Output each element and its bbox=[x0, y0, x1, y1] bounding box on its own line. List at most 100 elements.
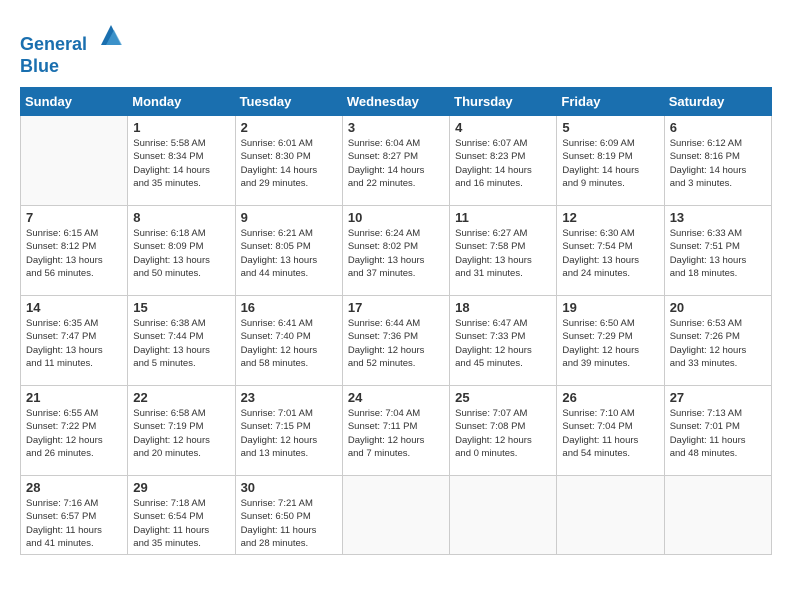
calendar-day-cell bbox=[450, 476, 557, 555]
day-number: 25 bbox=[455, 390, 551, 405]
calendar-day-cell: 13 Sunrise: 6:33 AM Sunset: 7:51 PM Dayli… bbox=[664, 206, 771, 296]
calendar-week-row: 28 Sunrise: 7:16 AM Sunset: 6:57 PM Dayli… bbox=[21, 476, 772, 555]
day-number: 26 bbox=[562, 390, 658, 405]
calendar-day-cell bbox=[21, 116, 128, 206]
calendar-day-cell: 4Sunrise: 6:07 AM Sunset: 8:23 PM Daylig… bbox=[450, 116, 557, 206]
day-info: Sunrise: 7:13 AM Sunset: 7:01 PM Dayligh… bbox=[670, 407, 766, 460]
calendar-week-row: 7Sunrise: 6:15 AM Sunset: 8:12 PM Daylig… bbox=[21, 206, 772, 296]
calendar-body: 1 Sunrise: 5:58 AM Sunset: 8:34 PM Daylig… bbox=[21, 116, 772, 555]
calendar-day-cell: 6 Sunrise: 6:12 AM Sunset: 8:16 PM Daylig… bbox=[664, 116, 771, 206]
day-number: 21 bbox=[26, 390, 122, 405]
day-info: Sunrise: 6:33 AM Sunset: 7:51 PM Dayligh… bbox=[670, 227, 766, 280]
day-number: 29 bbox=[133, 480, 229, 495]
day-number: 6 bbox=[670, 120, 766, 135]
calendar-day-cell: 1 Sunrise: 5:58 AM Sunset: 8:34 PM Daylig… bbox=[128, 116, 235, 206]
day-number: 2 bbox=[241, 120, 337, 135]
day-info: Sunrise: 6:18 AM Sunset: 8:09 PM Dayligh… bbox=[133, 227, 229, 280]
day-info: Sunrise: 6:38 AM Sunset: 7:44 PM Dayligh… bbox=[133, 317, 229, 370]
day-number: 18 bbox=[455, 300, 551, 315]
day-info: Sunrise: 6:47 AM Sunset: 7:33 PM Dayligh… bbox=[455, 317, 551, 370]
day-number: 8 bbox=[133, 210, 229, 225]
calendar-day-cell: 28 Sunrise: 7:16 AM Sunset: 6:57 PM Dayli… bbox=[21, 476, 128, 555]
calendar-day-cell: 29 Sunrise: 7:18 AM Sunset: 6:54 PM Dayli… bbox=[128, 476, 235, 555]
page-header: General Blue bbox=[20, 20, 772, 77]
weekday-header-cell: Sunday bbox=[21, 88, 128, 116]
weekday-header-cell: Friday bbox=[557, 88, 664, 116]
weekday-header-cell: Wednesday bbox=[342, 88, 449, 116]
day-info: Sunrise: 6:24 AM Sunset: 8:02 PM Dayligh… bbox=[348, 227, 444, 280]
calendar-day-cell: 3Sunrise: 6:04 AM Sunset: 8:27 PM Daylig… bbox=[342, 116, 449, 206]
weekday-header-cell: Monday bbox=[128, 88, 235, 116]
weekday-header-row: SundayMondayTuesdayWednesdayThursdayFrid… bbox=[21, 88, 772, 116]
calendar-day-cell bbox=[342, 476, 449, 555]
day-info: Sunrise: 6:44 AM Sunset: 7:36 PM Dayligh… bbox=[348, 317, 444, 370]
day-number: 20 bbox=[670, 300, 766, 315]
day-number: 9 bbox=[241, 210, 337, 225]
calendar-day-cell: 27Sunrise: 7:13 AM Sunset: 7:01 PM Dayli… bbox=[664, 386, 771, 476]
day-number: 12 bbox=[562, 210, 658, 225]
logo-general: General bbox=[20, 34, 87, 54]
day-number: 3 bbox=[348, 120, 444, 135]
logo-icon bbox=[96, 20, 126, 50]
logo: General Blue bbox=[20, 20, 126, 77]
day-info: Sunrise: 6:07 AM Sunset: 8:23 PM Dayligh… bbox=[455, 137, 551, 190]
day-number: 14 bbox=[26, 300, 122, 315]
calendar-day-cell: 22 Sunrise: 6:58 AM Sunset: 7:19 PM Dayli… bbox=[128, 386, 235, 476]
day-number: 10 bbox=[348, 210, 444, 225]
day-number: 16 bbox=[241, 300, 337, 315]
day-number: 24 bbox=[348, 390, 444, 405]
day-info: Sunrise: 7:04 AM Sunset: 7:11 PM Dayligh… bbox=[348, 407, 444, 460]
day-number: 30 bbox=[241, 480, 337, 495]
day-number: 7 bbox=[26, 210, 122, 225]
calendar-day-cell: 18 Sunrise: 6:47 AM Sunset: 7:33 PM Dayli… bbox=[450, 296, 557, 386]
day-number: 17 bbox=[348, 300, 444, 315]
calendar-week-row: 1 Sunrise: 5:58 AM Sunset: 8:34 PM Daylig… bbox=[21, 116, 772, 206]
day-info: Sunrise: 7:10 AM Sunset: 7:04 PM Dayligh… bbox=[562, 407, 658, 460]
day-number: 28 bbox=[26, 480, 122, 495]
calendar-day-cell: 24 Sunrise: 7:04 AM Sunset: 7:11 PM Dayli… bbox=[342, 386, 449, 476]
calendar-day-cell: 16 Sunrise: 6:41 AM Sunset: 7:40 PM Dayli… bbox=[235, 296, 342, 386]
day-info: Sunrise: 7:16 AM Sunset: 6:57 PM Dayligh… bbox=[26, 497, 122, 550]
calendar-day-cell: 30Sunrise: 7:21 AM Sunset: 6:50 PM Dayli… bbox=[235, 476, 342, 555]
calendar-day-cell: 21 Sunrise: 6:55 AM Sunset: 7:22 PM Dayli… bbox=[21, 386, 128, 476]
day-info: Sunrise: 6:12 AM Sunset: 8:16 PM Dayligh… bbox=[670, 137, 766, 190]
calendar-day-cell: 23Sunrise: 7:01 AM Sunset: 7:15 PM Dayli… bbox=[235, 386, 342, 476]
day-info: Sunrise: 6:09 AM Sunset: 8:19 PM Dayligh… bbox=[562, 137, 658, 190]
day-info: Sunrise: 7:18 AM Sunset: 6:54 PM Dayligh… bbox=[133, 497, 229, 550]
day-info: Sunrise: 6:21 AM Sunset: 8:05 PM Dayligh… bbox=[241, 227, 337, 280]
calendar-day-cell: 14Sunrise: 6:35 AM Sunset: 7:47 PM Dayli… bbox=[21, 296, 128, 386]
calendar-day-cell: 12 Sunrise: 6:30 AM Sunset: 7:54 PM Dayli… bbox=[557, 206, 664, 296]
calendar-day-cell: 11Sunrise: 6:27 AM Sunset: 7:58 PM Dayli… bbox=[450, 206, 557, 296]
calendar-day-cell: 8 Sunrise: 6:18 AM Sunset: 8:09 PM Daylig… bbox=[128, 206, 235, 296]
day-number: 23 bbox=[241, 390, 337, 405]
calendar-day-cell: 7Sunrise: 6:15 AM Sunset: 8:12 PM Daylig… bbox=[21, 206, 128, 296]
day-info: Sunrise: 6:55 AM Sunset: 7:22 PM Dayligh… bbox=[26, 407, 122, 460]
logo-blue: Blue bbox=[20, 56, 126, 78]
day-info: Sunrise: 6:58 AM Sunset: 7:19 PM Dayligh… bbox=[133, 407, 229, 460]
calendar-table: SundayMondayTuesdayWednesdayThursdayFrid… bbox=[20, 87, 772, 555]
day-info: Sunrise: 5:58 AM Sunset: 8:34 PM Dayligh… bbox=[133, 137, 229, 190]
calendar-day-cell: 9 Sunrise: 6:21 AM Sunset: 8:05 PM Daylig… bbox=[235, 206, 342, 296]
calendar-day-cell bbox=[664, 476, 771, 555]
calendar-week-row: 14Sunrise: 6:35 AM Sunset: 7:47 PM Dayli… bbox=[21, 296, 772, 386]
day-number: 13 bbox=[670, 210, 766, 225]
weekday-header-cell: Saturday bbox=[664, 88, 771, 116]
day-info: Sunrise: 6:01 AM Sunset: 8:30 PM Dayligh… bbox=[241, 137, 337, 190]
day-number: 19 bbox=[562, 300, 658, 315]
calendar-day-cell: 25 Sunrise: 7:07 AM Sunset: 7:08 PM Dayli… bbox=[450, 386, 557, 476]
day-number: 22 bbox=[133, 390, 229, 405]
calendar-day-cell: 19Sunrise: 6:50 AM Sunset: 7:29 PM Dayli… bbox=[557, 296, 664, 386]
calendar-day-cell: 5Sunrise: 6:09 AM Sunset: 8:19 PM Daylig… bbox=[557, 116, 664, 206]
calendar-day-cell: 26 Sunrise: 7:10 AM Sunset: 7:04 PM Dayli… bbox=[557, 386, 664, 476]
day-number: 1 bbox=[133, 120, 229, 135]
calendar-day-cell: 10 Sunrise: 6:24 AM Sunset: 8:02 PM Dayli… bbox=[342, 206, 449, 296]
day-info: Sunrise: 7:07 AM Sunset: 7:08 PM Dayligh… bbox=[455, 407, 551, 460]
day-number: 11 bbox=[455, 210, 551, 225]
calendar-week-row: 21 Sunrise: 6:55 AM Sunset: 7:22 PM Dayli… bbox=[21, 386, 772, 476]
day-info: Sunrise: 6:30 AM Sunset: 7:54 PM Dayligh… bbox=[562, 227, 658, 280]
calendar-day-cell: 20Sunrise: 6:53 AM Sunset: 7:26 PM Dayli… bbox=[664, 296, 771, 386]
day-info: Sunrise: 6:41 AM Sunset: 7:40 PM Dayligh… bbox=[241, 317, 337, 370]
calendar-day-cell: 15 Sunrise: 6:38 AM Sunset: 7:44 PM Dayli… bbox=[128, 296, 235, 386]
weekday-header-cell: Thursday bbox=[450, 88, 557, 116]
day-number: 15 bbox=[133, 300, 229, 315]
